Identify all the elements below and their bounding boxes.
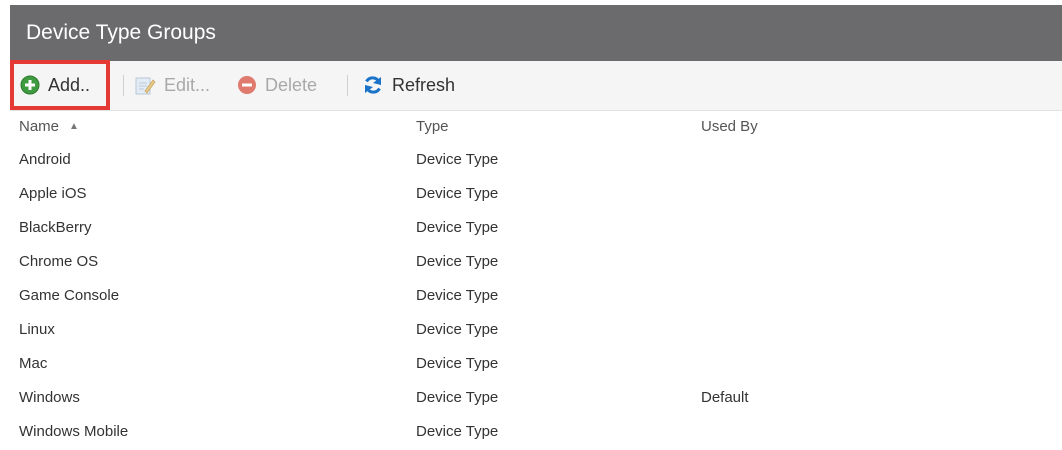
- row-used-by: Default: [701, 389, 749, 406]
- row-name: Game Console: [19, 287, 120, 304]
- table-row[interactable]: Game Console Device Type: [10, 280, 1062, 314]
- add-button-label: Add..: [48, 74, 91, 95]
- row-type: Device Type: [416, 185, 499, 202]
- refresh-button-label: Refresh: [392, 74, 456, 95]
- delete-button-label: Delete: [265, 74, 318, 95]
- table-row[interactable]: Linux Device Type: [10, 314, 1062, 348]
- row-type: Device Type: [416, 321, 499, 338]
- toolbar: Add.. Edit... Delete Refresh: [10, 61, 1062, 111]
- add-circle-icon: [20, 75, 40, 95]
- panel-title: Device Type Groups: [10, 5, 1062, 61]
- row-name: Android: [19, 151, 71, 168]
- edit-button-label: Edit...: [164, 74, 211, 95]
- row-name: Windows Mobile: [19, 423, 129, 440]
- row-name: Mac: [19, 355, 48, 372]
- table-header: Name ▲ Type Used By: [10, 112, 1062, 144]
- table-row[interactable]: Chrome OS Device Type: [10, 246, 1062, 280]
- edit-icon: [134, 74, 156, 96]
- row-name: BlackBerry: [19, 219, 92, 236]
- row-name: Apple iOS: [19, 185, 87, 202]
- row-type: Device Type: [416, 423, 499, 440]
- row-type: Device Type: [416, 287, 499, 304]
- row-type: Device Type: [416, 219, 499, 236]
- column-header-used-by[interactable]: Used By: [701, 118, 758, 135]
- row-type: Device Type: [416, 355, 499, 372]
- row-name: Chrome OS: [19, 253, 99, 270]
- table-row[interactable]: Windows Mobile Device Type: [10, 416, 1062, 450]
- row-name: Windows: [19, 389, 80, 406]
- edit-button[interactable]: Edit...: [134, 61, 210, 109]
- table-row[interactable]: BlackBerry Device Type: [10, 212, 1062, 246]
- sort-ascending-icon: ▲: [69, 121, 79, 132]
- column-header-name[interactable]: Name ▲: [19, 118, 79, 135]
- delete-button[interactable]: Delete: [237, 61, 317, 109]
- delete-circle-icon: [237, 75, 257, 95]
- toolbar-separator: [123, 75, 124, 96]
- row-type: Device Type: [416, 253, 499, 270]
- refresh-icon: [362, 74, 384, 96]
- refresh-button[interactable]: Refresh: [362, 61, 455, 109]
- add-button[interactable]: Add..: [20, 61, 90, 109]
- row-name: Linux: [19, 321, 55, 338]
- toolbar-separator: [347, 75, 348, 96]
- row-type: Device Type: [416, 151, 499, 168]
- table-row[interactable]: Windows Device Type Default: [10, 382, 1062, 416]
- table-row[interactable]: Apple iOS Device Type: [10, 178, 1062, 212]
- column-header-type[interactable]: Type: [416, 118, 449, 135]
- table-row[interactable]: Mac Device Type: [10, 348, 1062, 382]
- device-type-groups-table: Name ▲ Type Used By Android Device Type A…: [10, 112, 1062, 450]
- column-header-name-label: Name: [19, 118, 60, 135]
- device-type-groups-panel: Device Type Groups Add.. Edit... Delete …: [0, 0, 1062, 441]
- table-row[interactable]: Android Device Type: [10, 144, 1062, 178]
- row-type: Device Type: [416, 389, 499, 406]
